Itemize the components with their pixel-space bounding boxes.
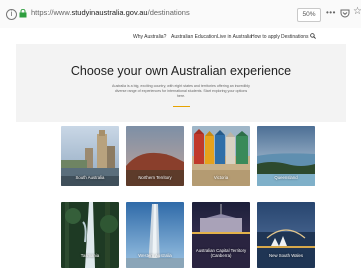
new-south-wales-image: [257, 202, 315, 268]
destination-label: Australian Capital Territory (Canberra): [195, 248, 247, 258]
destination-tile-south-australia[interactable]: South Australia: [61, 126, 119, 186]
destination-label: Northern Territory: [138, 175, 172, 180]
nav-item-australian-education[interactable]: Australian Education: [171, 34, 217, 40]
search-icon[interactable]: [310, 33, 316, 39]
lock-icon: [19, 9, 27, 18]
browser-address-bar: i https://www.studyinaustralia.gov.au/de…: [0, 0, 361, 29]
destination-label: Tasmania: [80, 253, 100, 258]
destination-tile-queensland[interactable]: Queensland: [257, 126, 315, 186]
destination-label: New South Wales: [269, 253, 303, 258]
destination-label: Western Australia: [138, 253, 172, 258]
destination-tile-act-canberra[interactable]: Australian Capital Territory (Canberra): [192, 202, 250, 268]
info-icon[interactable]: i: [6, 9, 17, 20]
nav-item-destinations[interactable]: Destinations: [281, 34, 309, 40]
nav-item-live-in-australia[interactable]: Live in Australia: [217, 34, 252, 40]
nav-item-how-to-apply[interactable]: How to apply: [251, 34, 280, 40]
tasmania-image: [61, 202, 119, 268]
destination-tile-tasmania[interactable]: Tasmania: [61, 202, 119, 268]
zoom-level-button[interactable]: 50%: [297, 8, 321, 22]
hero-section: Choose your own Australian experience Au…: [16, 44, 346, 122]
destination-label: Victoria: [213, 175, 229, 180]
url-field[interactable]: https://www.studyinaustralia.gov.au/dest…: [31, 8, 190, 17]
nav-item-why-australia[interactable]: Why Australia?: [133, 34, 166, 40]
destination-label: Queensland: [274, 175, 298, 180]
hero-intro-text: Australia is a big, exciting country, wi…: [112, 84, 250, 98]
accent-divider: [173, 106, 190, 107]
destination-label: South Australia: [75, 175, 105, 180]
bookmark-star-icon[interactable]: ☆: [353, 6, 361, 17]
page-title: Choose your own Australian experience: [70, 64, 292, 78]
destination-tile-western-australia[interactable]: Western Australia: [126, 202, 184, 268]
canberra-image: [192, 202, 250, 268]
url-prefix: https://www.: [31, 8, 72, 17]
more-actions-icon[interactable]: •••: [326, 8, 336, 17]
pocket-icon[interactable]: [340, 9, 350, 18]
destination-tile-victoria[interactable]: Victoria: [192, 126, 250, 186]
western-australia-image: [126, 202, 184, 268]
destination-tile-new-south-wales[interactable]: New South Wales: [257, 202, 315, 268]
url-path: /destinations: [147, 8, 190, 17]
url-domain: studyinaustralia.gov.au: [71, 8, 148, 17]
destination-tile-northern-territory[interactable]: Northern Territory: [126, 126, 184, 186]
